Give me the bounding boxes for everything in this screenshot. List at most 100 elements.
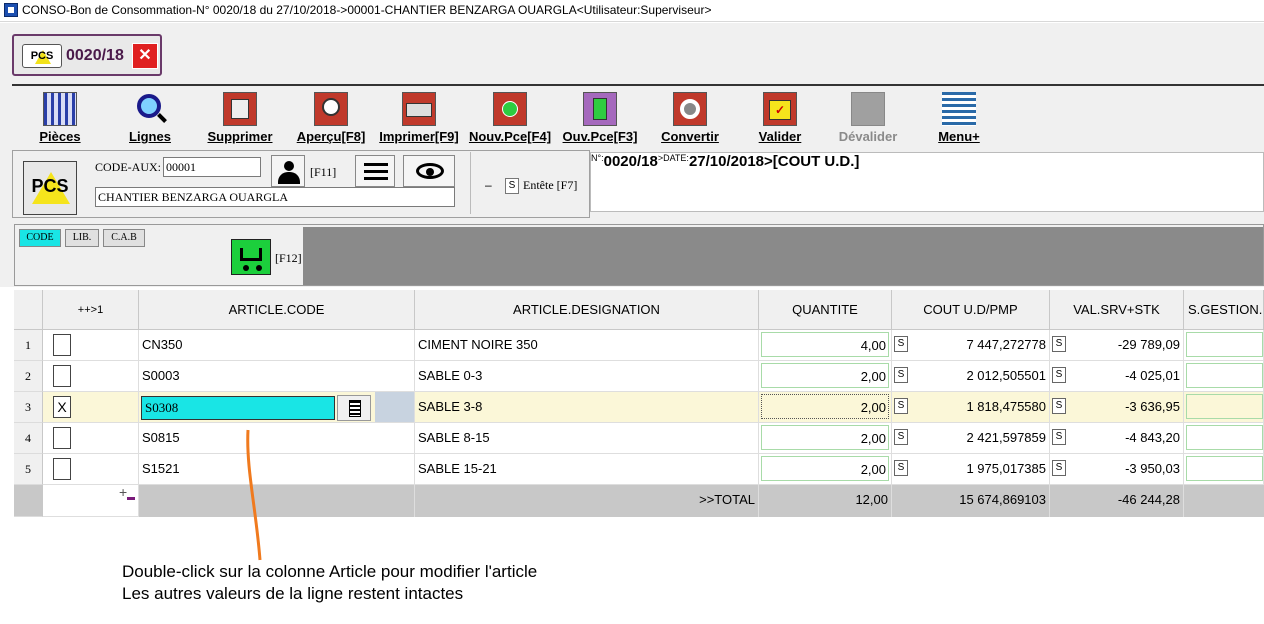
article-code-edit-input[interactable]: S0308: [141, 396, 335, 420]
designation-cell[interactable]: CIMENT NOIRE 350: [415, 330, 759, 361]
gestion-field[interactable]: [1186, 394, 1263, 419]
convertir-button[interactable]: Convertir: [648, 90, 732, 146]
val-s-button[interactable]: S: [1052, 429, 1066, 445]
person-icon[interactable]: [271, 155, 305, 187]
value-cell: -4 843,20: [1125, 430, 1180, 445]
value-cell: -29 789,09: [1117, 337, 1180, 352]
eye-icon[interactable]: [403, 155, 455, 187]
total-label: >>TOTAL: [415, 485, 759, 517]
hamburger-icon[interactable]: [355, 155, 395, 187]
column-header-cout[interactable]: COUT U.D/PMP: [892, 290, 1050, 330]
row-number[interactable]: 1: [14, 330, 43, 361]
value-cell: -3 636,95: [1125, 399, 1180, 414]
column-header-check[interactable]: ++>1: [43, 290, 139, 330]
row-checkbox[interactable]: [53, 458, 71, 480]
quantity-field[interactable]: 2,00: [761, 363, 889, 388]
pieces-button[interactable]: Pièces: [22, 90, 98, 146]
row-checkbox[interactable]: [53, 427, 71, 449]
column-header-gestion[interactable]: S.GESTION.C: [1184, 290, 1264, 330]
tab-lib[interactable]: LIB.: [65, 229, 99, 247]
entete-s-button[interactable]: S: [505, 178, 519, 194]
entete-toggle[interactable]: – S Entête [F7]: [470, 152, 588, 214]
lignes-button[interactable]: Lignes: [112, 90, 188, 146]
designation-cell[interactable]: SABLE 0-3: [415, 361, 759, 392]
row-checkbox[interactable]: [53, 365, 71, 387]
row-number[interactable]: 3: [14, 392, 43, 423]
quantity-field[interactable]: 2,00: [761, 394, 889, 419]
row-checkbox[interactable]: [53, 334, 71, 356]
nouvelle-piece-button[interactable]: Nouv.Pce[F4]: [466, 90, 554, 146]
column-header-quantite[interactable]: QUANTITE: [759, 290, 892, 330]
column-header-designation[interactable]: ARTICLE.DESIGNATION: [415, 290, 759, 330]
cost-cell: 2 421,597859: [966, 430, 1046, 445]
article-code-cell[interactable]: S0815: [139, 423, 415, 454]
cart-icon[interactable]: [231, 239, 271, 275]
designation-cell[interactable]: SABLE 3-8: [415, 392, 759, 423]
edit-spacer: [375, 392, 414, 422]
row-number[interactable]: 2: [14, 361, 43, 392]
table-row: X: [43, 392, 139, 423]
val-s-button[interactable]: S: [1052, 367, 1066, 383]
column-header-val[interactable]: VAL.SRV+STK: [1050, 290, 1184, 330]
open-document-icon: [583, 92, 617, 126]
option-panel-dark-area: [303, 227, 1263, 285]
gestion-field[interactable]: [1186, 332, 1263, 357]
article-code-cell[interactable]: S1521: [139, 454, 415, 485]
add-line-icon[interactable]: +: [119, 485, 127, 507]
value-cell: -4 025,01: [1125, 368, 1180, 383]
list-arrow-icon: [349, 400, 361, 417]
info-number: 0020/18: [603, 153, 658, 170]
collapse-icon[interactable]: –: [485, 178, 492, 192]
cost-s-button[interactable]: S: [894, 460, 908, 476]
tab-cab[interactable]: C.A.B: [103, 229, 145, 247]
cost-s-button[interactable]: S: [894, 398, 908, 414]
close-document-button[interactable]: ✕: [132, 43, 158, 69]
number-label: N°:: [591, 153, 604, 163]
menu-plus-button[interactable]: Menu+: [920, 90, 998, 146]
devalider-button[interactable]: Dévalider: [826, 90, 910, 146]
designation-cell[interactable]: SABLE 15-21: [415, 454, 759, 485]
row-checkbox[interactable]: X: [53, 396, 71, 418]
tab-code[interactable]: CODE: [19, 229, 61, 247]
val-s-button[interactable]: S: [1052, 460, 1066, 476]
quantity-field[interactable]: 2,00: [761, 425, 889, 450]
gestion-field[interactable]: [1186, 425, 1263, 450]
column-header-article-code[interactable]: ARTICLE.CODE: [139, 290, 415, 330]
arrow-right-icon: [127, 497, 135, 500]
new-document-icon: [493, 92, 527, 126]
ouvrir-piece-button[interactable]: Ouv.Pce[F3]: [558, 90, 642, 146]
annotation-line-2: Les autres valeurs de la ligne restent i…: [122, 584, 464, 603]
designation-cell[interactable]: SABLE 8-15: [415, 423, 759, 454]
val-s-button[interactable]: S: [1052, 398, 1066, 414]
article-picker-button[interactable]: [337, 395, 371, 421]
lines-grid: ++>1 ARTICLE.CODE ARTICLE.DESIGNATION QU…: [14, 290, 1264, 518]
row-number[interactable]: 5: [14, 454, 43, 485]
info-date: 27/10/2018: [688, 153, 765, 170]
total-cost: 15 674,869103: [892, 485, 1050, 517]
cost-s-button[interactable]: S: [894, 367, 908, 383]
code-aux-label: CODE-AUX:: [95, 160, 161, 174]
quantity-field[interactable]: 2,00: [761, 456, 889, 481]
annotation-line-1: Double-click sur la colonne Article pour…: [122, 562, 538, 581]
gestion-field[interactable]: [1186, 363, 1263, 388]
unvalidate-icon: [851, 92, 885, 126]
apercu-button[interactable]: Aperçu[F8]: [292, 90, 370, 146]
valider-button[interactable]: ✓ Valider: [740, 90, 820, 146]
supprimer-button[interactable]: Supprimer: [200, 90, 280, 146]
info-mode: >[COUT U.D.]: [764, 153, 860, 170]
option-panel: CODE LIB. C.A.B [F12]: [14, 224, 1264, 286]
document-tab[interactable]: PCS 0020/18 ✕: [12, 34, 162, 76]
gestion-field[interactable]: [1186, 456, 1263, 481]
code-aux-input[interactable]: 00001: [163, 157, 261, 177]
client-name-field[interactable]: CHANTIER BENZARGA OUARGLA: [95, 187, 455, 207]
row-number[interactable]: 4: [14, 423, 43, 454]
imprimer-button[interactable]: Imprimer[F9]: [376, 90, 462, 146]
article-code-cell[interactable]: S0003: [139, 361, 415, 392]
quantity-field[interactable]: 4,00: [761, 332, 889, 357]
cost-s-button[interactable]: S: [894, 336, 908, 352]
cost-s-button[interactable]: S: [894, 429, 908, 445]
table-row: [43, 361, 139, 392]
article-code-cell[interactable]: CN350: [139, 330, 415, 361]
window-title: CONSO-Bon de Consommation-N° 0020/18 du …: [22, 3, 712, 17]
val-s-button[interactable]: S: [1052, 336, 1066, 352]
